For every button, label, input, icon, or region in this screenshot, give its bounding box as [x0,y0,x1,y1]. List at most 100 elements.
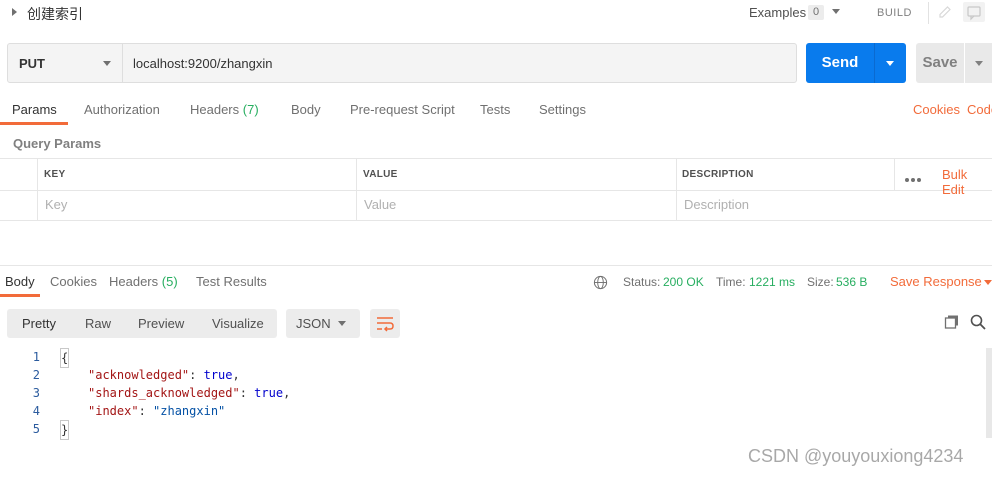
tab-authorization[interactable]: Authorization [84,102,160,117]
send-options-button[interactable] [875,43,906,83]
chevron-down-icon[interactable] [832,9,840,14]
comment-icon[interactable] [963,2,985,22]
build-button[interactable]: BUILD [877,7,912,19]
column-header-value: VALUE [363,169,398,180]
examples-button[interactable]: Examples [749,5,806,20]
view-pretty-button[interactable]: Pretty [22,316,56,331]
time-label: Time: [716,275,746,289]
view-raw-button[interactable]: Raw [85,316,111,331]
response-tab-body[interactable]: Body [5,274,35,289]
wrap-icon [377,317,394,332]
close-brace: } [60,420,70,440]
format-label: JSON [296,316,331,331]
request-name[interactable]: 创建索引 [27,4,83,24]
save-button[interactable]: Save [916,43,964,83]
request-title-bar: 创建索引 Examples 0 BUILD [0,0,992,26]
url-input[interactable] [125,44,795,82]
column-header-key: KEY [44,169,66,180]
chevron-down-icon [338,321,346,326]
json-key: "acknowledged" [88,368,190,382]
query-params-table: KEY VALUE DESCRIPTION Key Value Descript… [0,158,992,221]
url-bar: PUT [7,43,797,83]
copy-icon[interactable] [944,314,960,330]
size-label: Size: [807,275,834,289]
json-value: true [203,368,233,382]
size-value[interactable]: 536 B [836,275,867,289]
cookies-link[interactable]: Cookies [913,102,960,117]
examples-count-badge: 0 [808,5,824,20]
tab-headers-label: Headers [190,102,240,117]
json-key: "shards_acknowledged" [88,386,240,400]
json-entry: "acknowledged": true, [88,366,240,384]
time-value[interactable]: 1221 ms [749,275,795,289]
column-divider [894,159,895,190]
line-number: 4 [32,404,40,418]
code-link[interactable]: Code [967,102,992,117]
divider [928,2,929,24]
response-tab-headers[interactable]: Headers (5) [109,274,178,289]
scrollbar[interactable] [986,348,992,438]
view-mode-group: Pretty Raw Preview Visualize [7,309,277,338]
line-number: 2 [32,368,40,382]
column-header-description: DESCRIPTION [682,169,754,180]
json-key: "index" [88,404,139,418]
more-options-icon[interactable] [905,170,923,185]
pencil-icon[interactable] [937,4,953,20]
line-number: 3 [32,386,40,400]
column-divider [676,159,677,221]
json-entry: "index": "zhangxin" [88,402,225,420]
status-label: Status: [623,275,661,289]
caret-right-icon[interactable] [12,8,17,16]
response-headers-label: Headers [109,274,159,289]
tab-body[interactable]: Body [291,102,321,117]
tab-pre-request-script[interactable]: Pre-request Script [350,102,455,117]
column-divider [37,159,38,221]
json-sep: : [239,386,255,400]
param-description-input[interactable]: Description [684,197,749,212]
method-select[interactable]: PUT [8,44,123,82]
code-line: 3 "shards_acknowledged": true, [0,384,992,402]
column-divider [356,159,357,221]
search-icon[interactable] [969,313,987,331]
param-value-input[interactable]: Value [364,197,396,212]
bulk-edit-link[interactable]: Bulk Edit [942,167,992,197]
globe-icon[interactable] [593,275,608,290]
response-headers-count: (5) [161,274,178,289]
active-tab-indicator [0,122,68,125]
response-tab-cookies[interactable]: Cookies [50,274,97,289]
tab-settings[interactable]: Settings [539,102,586,117]
status-value[interactable]: 200 OK [663,275,704,289]
save-response-button[interactable]: Save Response [890,274,982,289]
divider [0,265,992,266]
json-tail: , [232,368,240,382]
open-brace: { [60,348,70,368]
json-sep: : [189,368,204,382]
watermark: CSDN @youyouxiong4234 [748,446,964,466]
json-value: true [254,386,284,400]
save-options-button[interactable] [965,43,992,83]
wrap-lines-button[interactable] [370,309,400,338]
json-entry: "shards_acknowledged": true, [88,384,290,402]
tab-headers-count: (7) [242,102,259,117]
tab-params[interactable]: Params [12,102,57,117]
format-select[interactable]: JSON [286,309,360,338]
chevron-down-icon [103,61,111,66]
code-line: 4 "index": "zhangxin" [0,402,992,420]
json-tail: , [283,386,291,400]
param-key-input[interactable]: Key [45,197,67,212]
send-button[interactable]: Send [806,43,874,83]
json-sep: : [138,404,154,418]
query-params-heading: Query Params [13,136,102,151]
view-visualize-button[interactable]: Visualize [212,316,264,331]
code-line: 5 } [0,420,992,440]
code-line: 2 "acknowledged": true, [0,366,992,384]
code-line: 1 { [0,348,992,368]
line-number: 5 [32,422,40,436]
view-preview-button[interactable]: Preview [138,316,184,331]
tab-tests[interactable]: Tests [480,102,510,117]
table-row-divider [0,190,992,191]
tab-headers[interactable]: Headers (7) [190,102,259,117]
response-tab-test-results[interactable]: Test Results [196,274,267,289]
active-tab-indicator [0,294,40,297]
chevron-down-icon[interactable] [984,280,992,285]
